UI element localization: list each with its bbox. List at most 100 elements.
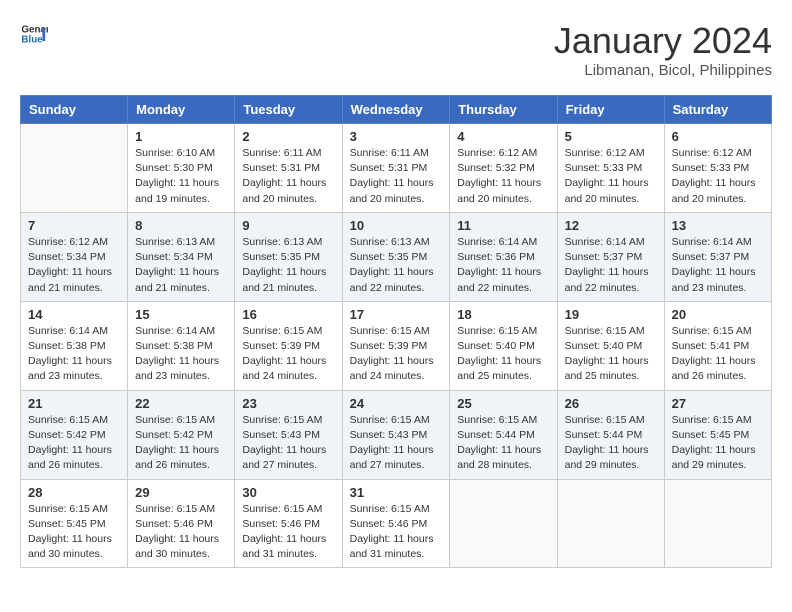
calendar-day-cell: 11Sunrise: 6:14 AM Sunset: 5:36 PM Dayli… (450, 212, 557, 301)
calendar-week-row: 14 Sunrise: 6:14 AM Sunset: 5:38 PM Dayli… (21, 301, 772, 390)
calendar-day-cell: 27 Sunrise: 6:15 AM Sunset: 5:45 PM Dayli… (664, 390, 771, 479)
day-info: Sunrise: 6:15 AM Sunset: 5:40 PM Dayligh… (457, 324, 549, 385)
day-info: Sunrise: 6:12 AM Sunset: 5:32 PM Dayligh… (457, 146, 549, 207)
calendar-day-cell: 16 Sunrise: 6:15 AM Sunset: 5:39 PM Dayli… (235, 301, 342, 390)
calendar-day-cell: 3 Sunrise: 6:11 AM Sunset: 5:31 PM Daylig… (342, 124, 450, 213)
day-info: Sunrise: 6:14 AM Sunset: 5:38 PM Dayligh… (28, 324, 120, 385)
calendar-week-row: 21 Sunrise: 6:15 AM Sunset: 5:42 PM Dayli… (21, 390, 772, 479)
calendar-day-cell: 26 Sunrise: 6:15 AM Sunset: 5:44 PM Dayli… (557, 390, 664, 479)
day-number: 20 (672, 307, 764, 322)
day-info: Sunrise: 6:15 AM Sunset: 5:39 PM Dayligh… (350, 324, 443, 385)
weekday-header-wednesday: Wednesday (342, 96, 450, 124)
day-info: Sunrise: 6:15 AM Sunset: 5:39 PM Dayligh… (242, 324, 334, 385)
day-info: Sunrise: 6:15 AM Sunset: 5:40 PM Dayligh… (565, 324, 657, 385)
day-info: Sunrise: 6:14 AM Sunset: 5:38 PM Dayligh… (135, 324, 227, 385)
weekday-header-monday: Monday (128, 96, 235, 124)
calendar-day-cell: 18 Sunrise: 6:15 AM Sunset: 5:40 PM Dayli… (450, 301, 557, 390)
day-number: 25 (457, 396, 549, 411)
day-number: 9 (242, 218, 334, 233)
calendar-day-cell: 28 Sunrise: 6:15 AM Sunset: 5:45 PM Dayli… (21, 479, 128, 568)
logo-icon: General Blue (20, 20, 48, 48)
day-info: Sunrise: 6:13 AM Sunset: 5:35 PM Dayligh… (242, 235, 334, 296)
day-number: 5 (565, 129, 657, 144)
day-number: 6 (672, 129, 764, 144)
day-number: 28 (28, 485, 120, 500)
day-number: 4 (457, 129, 549, 144)
day-number: 17 (350, 307, 443, 322)
page-header: General Blue January 2024 Libmanan, Bico… (20, 20, 772, 79)
day-number: 30 (242, 485, 334, 500)
weekday-header-saturday: Saturday (664, 96, 771, 124)
day-info: Sunrise: 6:10 AM Sunset: 5:30 PM Dayligh… (135, 146, 227, 207)
location-subtitle: Libmanan, Bicol, Philippines (554, 62, 772, 79)
day-number: 29 (135, 485, 227, 500)
calendar-day-cell: 7 Sunrise: 6:12 AM Sunset: 5:34 PM Daylig… (21, 212, 128, 301)
calendar-day-cell: 9 Sunrise: 6:13 AM Sunset: 5:35 PM Daylig… (235, 212, 342, 301)
calendar-day-cell: 5 Sunrise: 6:12 AM Sunset: 5:33 PM Daylig… (557, 124, 664, 213)
day-info: Sunrise: 6:14 AM Sunset: 5:36 PM Dayligh… (457, 235, 549, 296)
calendar-day-cell: 4 Sunrise: 6:12 AM Sunset: 5:32 PM Daylig… (450, 124, 557, 213)
day-number: 3 (350, 129, 443, 144)
day-number: 14 (28, 307, 120, 322)
calendar-day-cell: 2 Sunrise: 6:11 AM Sunset: 5:31 PM Daylig… (235, 124, 342, 213)
calendar-table: SundayMondayTuesdayWednesdayThursdayFrid… (20, 95, 772, 568)
day-info: Sunrise: 6:14 AM Sunset: 5:37 PM Dayligh… (565, 235, 657, 296)
day-number: 31 (350, 485, 443, 500)
calendar-day-cell (21, 124, 128, 213)
day-info: Sunrise: 6:13 AM Sunset: 5:34 PM Dayligh… (135, 235, 227, 296)
weekday-header-thursday: Thursday (450, 96, 557, 124)
month-year-title: January 2024 (554, 20, 772, 62)
day-number: 23 (242, 396, 334, 411)
day-info: Sunrise: 6:12 AM Sunset: 5:33 PM Dayligh… (565, 146, 657, 207)
title-block: January 2024 Libmanan, Bicol, Philippine… (554, 20, 772, 79)
day-number: 2 (242, 129, 334, 144)
day-info: Sunrise: 6:11 AM Sunset: 5:31 PM Dayligh… (350, 146, 443, 207)
day-info: Sunrise: 6:15 AM Sunset: 5:46 PM Dayligh… (135, 502, 227, 563)
calendar-day-cell: 20 Sunrise: 6:15 AM Sunset: 5:41 PM Dayli… (664, 301, 771, 390)
day-number: 12 (565, 218, 657, 233)
day-number: 26 (565, 396, 657, 411)
calendar-day-cell (664, 479, 771, 568)
logo: General Blue (20, 20, 48, 48)
day-number: 10 (350, 218, 443, 233)
weekday-header-tuesday: Tuesday (235, 96, 342, 124)
day-info: Sunrise: 6:11 AM Sunset: 5:31 PM Dayligh… (242, 146, 334, 207)
calendar-day-cell (450, 479, 557, 568)
day-number: 16 (242, 307, 334, 322)
calendar-day-cell: 30Sunrise: 6:15 AM Sunset: 5:46 PM Dayli… (235, 479, 342, 568)
day-number: 15 (135, 307, 227, 322)
calendar-header-row: SundayMondayTuesdayWednesdayThursdayFrid… (21, 96, 772, 124)
svg-text:Blue: Blue (21, 34, 43, 45)
calendar-day-cell: 14 Sunrise: 6:14 AM Sunset: 5:38 PM Dayli… (21, 301, 128, 390)
day-number: 1 (135, 129, 227, 144)
day-info: Sunrise: 6:15 AM Sunset: 5:44 PM Dayligh… (457, 413, 549, 474)
day-number: 24 (350, 396, 443, 411)
day-info: Sunrise: 6:15 AM Sunset: 5:44 PM Dayligh… (565, 413, 657, 474)
day-number: 7 (28, 218, 120, 233)
day-number: 22 (135, 396, 227, 411)
day-info: Sunrise: 6:13 AM Sunset: 5:35 PM Dayligh… (350, 235, 443, 296)
day-info: Sunrise: 6:12 AM Sunset: 5:34 PM Dayligh… (28, 235, 120, 296)
calendar-day-cell: 23 Sunrise: 6:15 AM Sunset: 5:43 PM Dayli… (235, 390, 342, 479)
calendar-day-cell: 24 Sunrise: 6:15 AM Sunset: 5:43 PM Dayli… (342, 390, 450, 479)
day-info: Sunrise: 6:12 AM Sunset: 5:33 PM Dayligh… (672, 146, 764, 207)
weekday-header-friday: Friday (557, 96, 664, 124)
day-number: 8 (135, 218, 227, 233)
day-info: Sunrise: 6:15 AM Sunset: 5:45 PM Dayligh… (28, 502, 120, 563)
calendar-day-cell: 13Sunrise: 6:14 AM Sunset: 5:37 PM Dayli… (664, 212, 771, 301)
calendar-day-cell: 15 Sunrise: 6:14 AM Sunset: 5:38 PM Dayli… (128, 301, 235, 390)
calendar-day-cell: 1 Sunrise: 6:10 AM Sunset: 5:30 PM Daylig… (128, 124, 235, 213)
calendar-week-row: 7 Sunrise: 6:12 AM Sunset: 5:34 PM Daylig… (21, 212, 772, 301)
day-number: 27 (672, 396, 764, 411)
day-info: Sunrise: 6:15 AM Sunset: 5:42 PM Dayligh… (28, 413, 120, 474)
day-number: 21 (28, 396, 120, 411)
day-number: 13 (672, 218, 764, 233)
day-info: Sunrise: 6:15 AM Sunset: 5:43 PM Dayligh… (242, 413, 334, 474)
day-number: 19 (565, 307, 657, 322)
day-info: Sunrise: 6:15 AM Sunset: 5:43 PM Dayligh… (350, 413, 443, 474)
day-info: Sunrise: 6:15 AM Sunset: 5:41 PM Dayligh… (672, 324, 764, 385)
calendar-day-cell: 29 Sunrise: 6:15 AM Sunset: 5:46 PM Dayli… (128, 479, 235, 568)
calendar-day-cell: 6 Sunrise: 6:12 AM Sunset: 5:33 PM Daylig… (664, 124, 771, 213)
day-info: Sunrise: 6:15 AM Sunset: 5:45 PM Dayligh… (672, 413, 764, 474)
day-number: 18 (457, 307, 549, 322)
